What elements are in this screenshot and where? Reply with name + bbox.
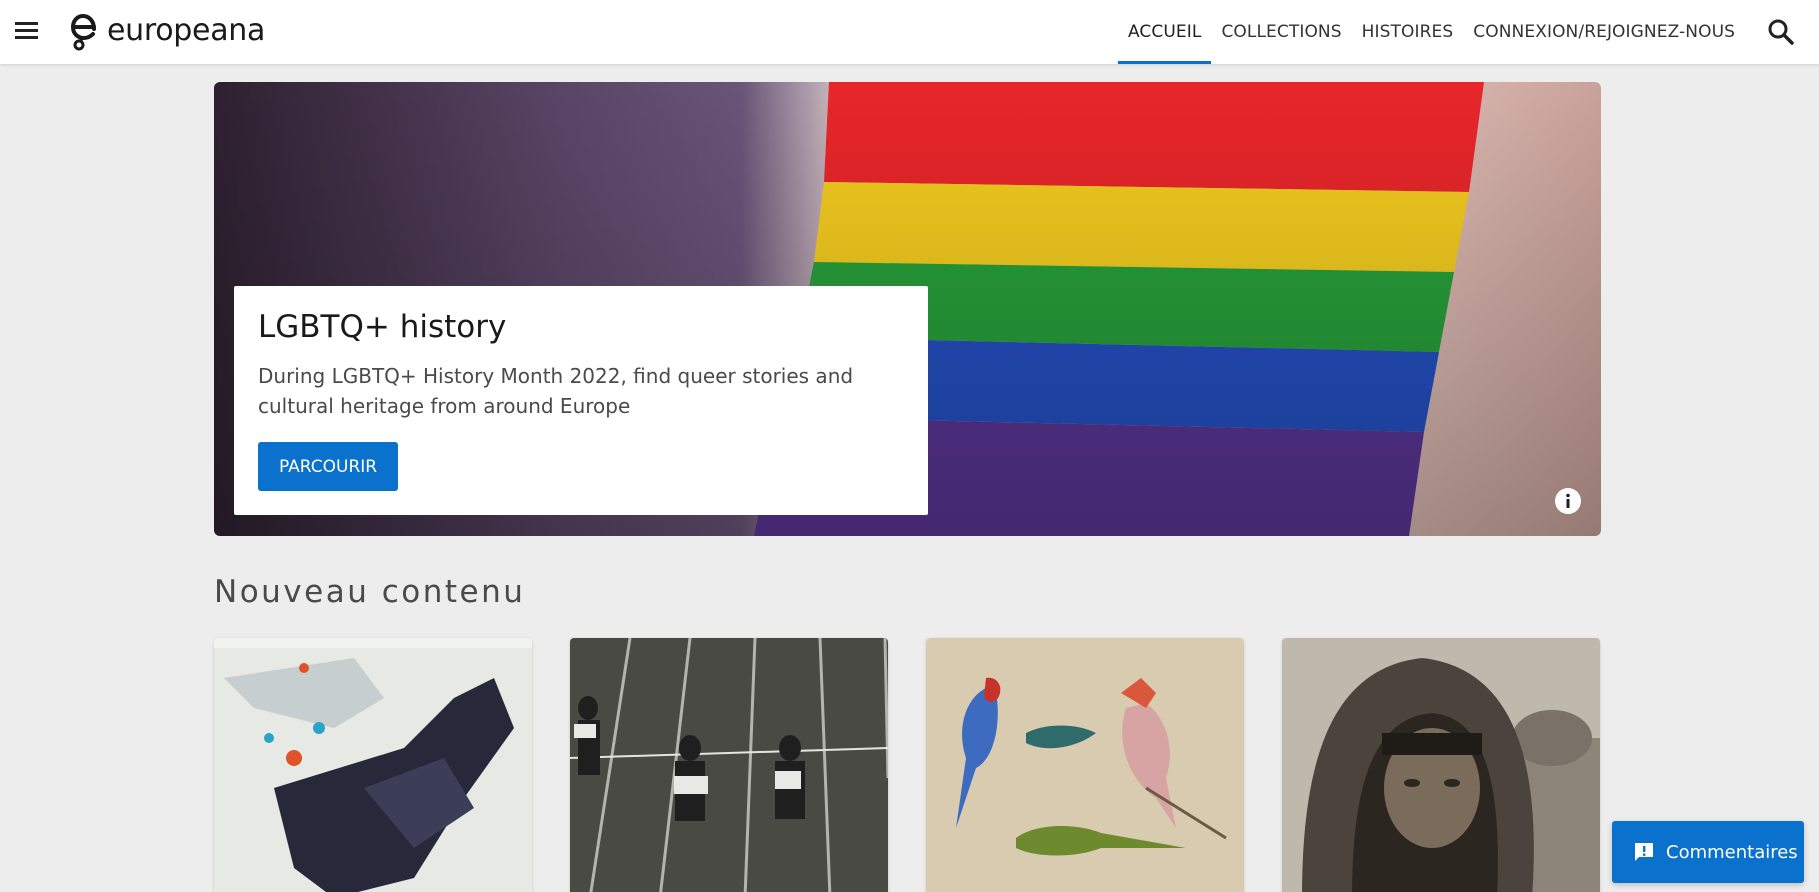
search-icon[interactable] bbox=[1765, 16, 1797, 48]
hero-description: During LGBTQ+ History Month 2022, find q… bbox=[258, 364, 854, 418]
abstract-painting-image bbox=[214, 638, 532, 892]
nav-item-label: CONNEXION/REJOIGNEZ-NOUS bbox=[1473, 22, 1735, 42]
nav-item-label: ACCUEIL bbox=[1128, 22, 1202, 42]
hero-title: LGBTQ+ history bbox=[258, 309, 507, 345]
feedback-label: Commentaires bbox=[1666, 841, 1798, 863]
nav-item-label: COLLECTIONS bbox=[1221, 22, 1342, 42]
nav-item-collections[interactable]: COLLECTIONS bbox=[1211, 0, 1351, 64]
section-title: Nouveau contenu bbox=[214, 574, 526, 610]
site-header: europeana ACCUEIL COLLECTIONS HISTOIRES … bbox=[0, 0, 1819, 64]
content-cards bbox=[214, 638, 1601, 892]
main-nav: ACCUEIL COLLECTIONS HISTOIRES CONNEXION/… bbox=[1118, 0, 1745, 64]
menu-icon[interactable] bbox=[12, 16, 42, 46]
hooded-man-portrait-image bbox=[1282, 638, 1600, 892]
hero-card: LGBTQ+ history During LGBTQ+ History Mon… bbox=[234, 286, 928, 515]
nav-item-label: HISTOIRES bbox=[1361, 22, 1454, 42]
info-icon[interactable] bbox=[1555, 488, 1581, 514]
content-card[interactable] bbox=[214, 638, 532, 892]
europeana-logo-mark-icon bbox=[70, 13, 96, 51]
nav-item-connexion[interactable]: CONNEXION/REJOIGNEZ-NOUS bbox=[1463, 0, 1745, 64]
content-card[interactable] bbox=[1282, 638, 1600, 892]
athletes-photo-image bbox=[570, 638, 888, 892]
birds-illustration-image bbox=[926, 638, 1244, 892]
content-card[interactable] bbox=[570, 638, 888, 892]
europeana-logo[interactable]: europeana bbox=[70, 8, 265, 52]
hero-banner: LGBTQ+ history During LGBTQ+ History Mon… bbox=[214, 82, 1601, 536]
nav-item-accueil[interactable]: ACCUEIL bbox=[1118, 0, 1212, 64]
logo-text: europeana bbox=[107, 12, 266, 48]
feedback-button[interactable]: Commentaires bbox=[1612, 821, 1804, 883]
nav-item-histoires[interactable]: HISTOIRES bbox=[1352, 0, 1464, 64]
browse-button[interactable]: PARCOURIR bbox=[258, 442, 399, 491]
content-card[interactable] bbox=[926, 638, 1244, 892]
feedback-icon bbox=[1635, 843, 1653, 861]
